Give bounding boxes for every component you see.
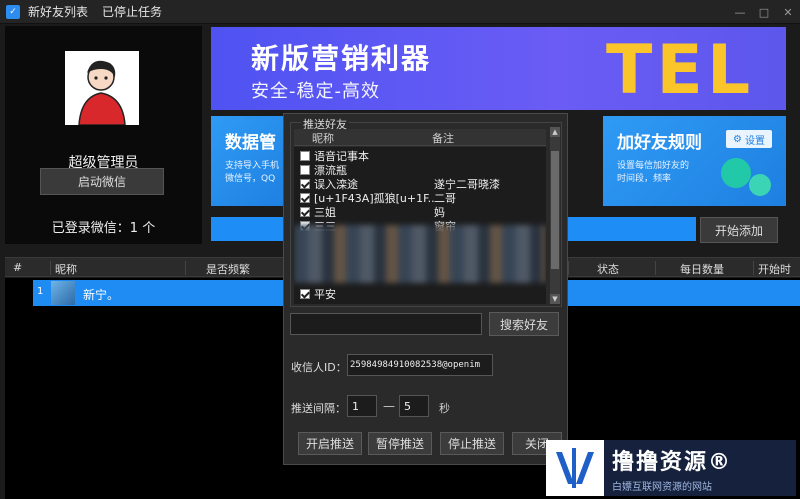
avatar [65, 51, 139, 126]
col-frequent[interactable]: 是否频繁 [185, 261, 250, 276]
profile-panel: 超级管理员 启动微信 已登录微信：1 个 [5, 26, 202, 244]
minimize-icon[interactable]: — [728, 0, 752, 24]
interval-unit: 秒 [439, 402, 450, 415]
friend-list: 语音记事本 漂流瓶 误入滦途 遂宁二哥晓漆 [u+1F43A]孤狼[u+1F..… [294, 147, 546, 304]
list-item[interactable]: 平安 [300, 287, 540, 301]
scroll-thumb[interactable] [551, 151, 559, 269]
interval-to-input[interactable]: 5 [399, 395, 429, 417]
banner-title: 新版营销利器 [251, 42, 432, 75]
start-wechat-button[interactable]: 启动微信 [40, 168, 164, 195]
list-item[interactable]: 误入滦途 遂宁二哥晓漆 [300, 177, 540, 191]
row-nickname: 新宁。 [83, 288, 120, 302]
gear-decoration-icon [749, 174, 771, 196]
progress-bar [211, 217, 286, 241]
blurred-region [294, 225, 546, 283]
checkbox[interactable] [300, 179, 310, 189]
title-bar: ✓ 新好友列表 已停止任务 — □ ✕ [0, 0, 800, 24]
banner-subtitle: 安全-稳定-高效 [251, 81, 380, 102]
maximize-icon[interactable]: □ [752, 0, 776, 24]
search-input[interactable] [290, 313, 482, 335]
list-item[interactable]: 语音记事本 [300, 149, 540, 163]
promo-banner: 新版营销利器 安全-稳定-高效 TEL [211, 27, 786, 110]
menu-stopped-tasks[interactable]: 已停止任务 [102, 3, 162, 20]
scroll-up-icon[interactable]: ▲ [550, 127, 560, 137]
add-friend-rules-card[interactable]: 加好友规则 ⚙ 设置 设置每信加好友的 时间段，频率 [603, 116, 786, 206]
push-friends-dialog: 推送好友 昵称 备注 语音记事本 漂流瓶 误入滦途 遂宁二哥晓漆 [u+1F43… [283, 113, 568, 465]
data-management-card[interactable]: 数据管 支持导入手机 微信号，QQ [211, 116, 291, 206]
banner-brand: TEL [606, 31, 755, 110]
col-note[interactable]: 备注 [432, 130, 454, 146]
gear-decoration-icon [721, 158, 751, 188]
avatar [51, 281, 75, 305]
watermark-text: 撸撸资源® 白嫖互联网资源的网站 [612, 444, 732, 493]
card-desc: 设置每信加好友的 时间段，频率 [617, 161, 690, 184]
checkbox[interactable] [300, 165, 310, 175]
menu-new-friends[interactable]: 新好友列表 [28, 3, 88, 20]
gear-icon: ⚙ [733, 133, 742, 145]
pause-push-button[interactable]: 暂停推送 [368, 432, 432, 455]
checkbox[interactable] [300, 207, 310, 217]
col-daily-count[interactable]: 每日数量 [655, 261, 724, 276]
progress-bar [568, 217, 696, 241]
scrollbar[interactable]: ▲ ▼ [550, 127, 560, 304]
close-icon[interactable]: ✕ [776, 0, 800, 24]
watermark-subtitle: 白嫖互联网资源的网站 [612, 481, 712, 493]
col-nickname[interactable]: 昵称 [50, 261, 77, 276]
col-index[interactable]: # [9, 261, 22, 275]
col-start-time[interactable]: 开始时间 [753, 261, 800, 292]
start-push-button[interactable]: 开启推送 [298, 432, 362, 455]
row-index: 1 [37, 286, 44, 297]
card-title: 加好友规则 [617, 133, 702, 153]
interval-dash: — [383, 399, 395, 413]
list-item[interactable]: [u+1F43A]孤狼[u+1F... 二哥 [300, 191, 540, 205]
search-friends-button[interactable]: 搜索好友 [489, 312, 559, 336]
col-nickname[interactable]: 昵称 [312, 130, 334, 146]
watermark-title: 撸撸资源® [612, 449, 733, 475]
logged-in-count: 已登录微信：1 个 [51, 221, 156, 236]
checkbox[interactable] [300, 193, 310, 203]
card-desc: 支持导入手机 微信号，QQ [225, 161, 280, 184]
scroll-down-icon[interactable]: ▼ [550, 294, 560, 304]
interval-label: 推送间隔： [291, 402, 346, 415]
window-controls: — □ ✕ [728, 0, 800, 24]
receiver-id-input[interactable]: 25984984910082538@openim [347, 354, 493, 376]
app-icon: ✓ [6, 4, 20, 19]
checkbox[interactable] [300, 151, 310, 161]
list-item[interactable]: 三姐 妈 [300, 205, 540, 219]
watermark: 撸撸资源® 白嫖互联网资源的网站 [546, 440, 796, 496]
list-item[interactable]: 漂流瓶 [300, 163, 540, 177]
settings-button[interactable]: ⚙ 设置 [726, 130, 772, 148]
list-header: 昵称 备注 [294, 129, 546, 146]
col-status[interactable]: 状态 [568, 261, 619, 276]
watermark-logo-icon [546, 440, 604, 496]
card-title: 数据管 [225, 133, 276, 153]
receiver-id-label: 收信人ID： [291, 361, 347, 374]
stop-push-button[interactable]: 停止推送 [440, 432, 504, 455]
start-add-button[interactable]: 开始添加 [700, 217, 778, 243]
checkbox[interactable] [300, 289, 310, 299]
push-friends-group: 推送好友 昵称 备注 语音记事本 漂流瓶 误入滦途 遂宁二哥晓漆 [u+1F43… [290, 116, 562, 307]
interval-from-input[interactable]: 1 [347, 395, 377, 417]
